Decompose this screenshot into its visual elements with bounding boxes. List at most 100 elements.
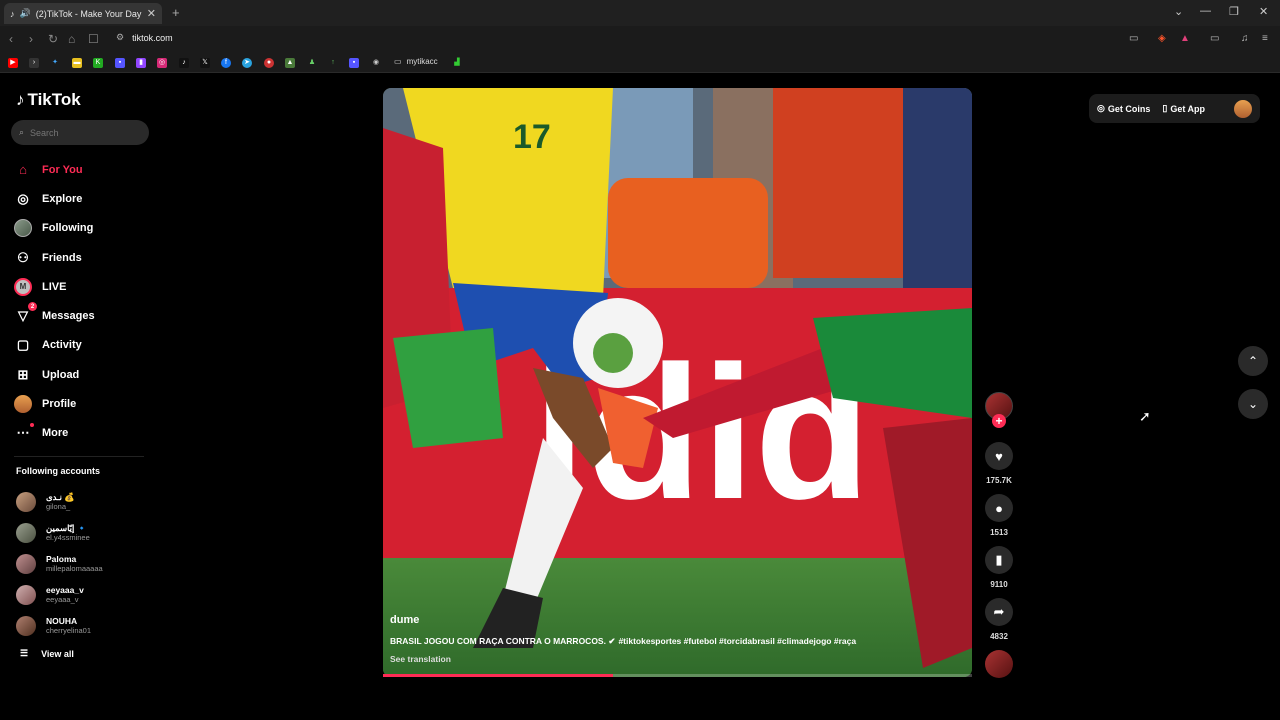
nav-profile[interactable]: Profile [14,389,154,418]
video-frame-image: ldid 17 [383,88,972,677]
account-name: NOUHA [46,615,78,626]
cast-icon[interactable]: ▭ [1129,33,1138,44]
search-icon: ⌕ [19,127,25,137]
get-app-button[interactable]: ▯ Get App [1162,103,1205,114]
bookmark-4-icon[interactable]: ▬ [72,58,82,68]
telegram-bookmark-icon[interactable]: ➤ [242,58,252,68]
tab-list-chevron-icon[interactable]: ⌄ [1174,5,1183,18]
url-field[interactable]: ⚙ tiktok.com [116,32,173,43]
avatar [16,553,36,574]
rewards-icon[interactable]: ▲ [1180,33,1190,44]
video-description: BRASIL JOGOU COM RAÇA CONTRA O MARROCOS.… [390,636,856,647]
bookmark-icon[interactable]: ☐ [88,32,99,46]
tiktok-logo[interactable]: ♪ TikTok [16,90,81,110]
forward-icon[interactable]: › [29,32,33,46]
media-icon[interactable]: ♫ [1241,33,1249,44]
search-input[interactable] [30,127,131,138]
reload-icon[interactable]: ↻ [48,32,58,46]
following-accounts-list: نـدى 💰 gilona_ إيّاسمين 🔹 el.y4ssminee Pal… [16,487,156,641]
nav-friends[interactable]: ⚇ Friends [14,243,154,272]
back-icon[interactable]: ‹ [9,32,13,46]
home-browser-icon[interactable]: ⌂ [68,32,75,46]
following-account[interactable]: Paloma millepalomaaaaa [16,549,156,580]
sidebar-toggle-icon[interactable]: ▭ [1210,33,1219,44]
list-icon: ☰ [20,648,29,658]
like-button[interactable]: ♥ [985,442,1013,470]
browser-tab[interactable]: ♪ 🔊 (2)TikTok - Make Your Day ✕ [4,3,162,24]
following-account[interactable]: eeyaaa_v eeyaaa_v [16,579,156,610]
bookmark-15-icon[interactable]: ♟ [307,58,317,68]
site-info-icon[interactable]: ⚙ [116,32,124,43]
following-account[interactable]: إيّاسمين 🔹 el.y4ssminee [16,518,156,549]
bookmark-folder[interactable]: ▭ mytikacc [394,57,438,66]
following-account[interactable]: نـدى 💰 gilona_ [16,487,156,518]
bookmark-2-icon[interactable]: › [29,58,39,68]
view-all-link[interactable]: ☰ View all [20,648,74,659]
video-player[interactable]: ldid 17 [383,88,972,677]
mouse-cursor-icon: ➚ [1139,408,1151,424]
following-account[interactable]: NOUHA cherryelina01 [16,610,156,641]
profile-avatar [14,395,32,414]
chart-bookmark-icon[interactable]: ▟ [452,58,462,68]
bookmark-6-icon[interactable]: ▪ [115,58,125,68]
video-progress-bar[interactable] [383,674,972,677]
restore-icon[interactable]: ❐ [1229,5,1239,18]
nav-activity[interactable]: ▢ Activity [14,331,154,360]
nav-upload[interactable]: ⊞ Upload [14,360,154,389]
bookmark-16-icon[interactable]: ↑ [328,58,338,68]
facebook-bookmark-icon[interactable]: f [221,58,231,68]
nav-more[interactable]: ⋯ More [14,419,154,448]
bookmark-icon: ▮ [995,552,1003,567]
nav-explore[interactable]: ◎ Explore [14,184,154,213]
kick-bookmark-icon[interactable]: K [93,58,103,68]
instagram-bookmark-icon[interactable]: ◎ [157,58,167,68]
follow-plus-icon[interactable]: + [992,414,1006,428]
nav-following[interactable]: Following [14,214,154,243]
speaker-icon[interactable]: 🔊 [20,8,31,19]
twitch-bookmark-icon[interactable]: ▮ [136,58,146,68]
save-button[interactable]: ▮ [985,546,1013,574]
minimize-icon[interactable]: — [1200,5,1211,17]
avatar [16,492,36,513]
comment-icon: ● [995,500,1003,516]
close-window-icon[interactable]: ✕ [1259,5,1268,18]
close-tab-icon[interactable]: ✕ [147,7,156,20]
get-coins-button[interactable]: ◎ Get Coins [1097,103,1150,114]
comment-button[interactable]: ● [985,494,1013,522]
bookmark-13-icon[interactable]: ● [264,58,274,68]
more-icon: ⋯ [14,423,34,442]
nav-live[interactable]: M LIVE [14,272,154,301]
tiktok-bookmark-icon[interactable]: ♪ [179,58,189,68]
search-box[interactable]: ⌕ [11,120,149,145]
nav-for-you[interactable]: ⌂ For You [14,155,154,184]
see-translation-link[interactable]: See translation [390,654,451,664]
bookmark-17-icon[interactable]: ▪ [349,58,359,68]
x-bookmark-icon[interactable]: 𝕏 [200,58,210,68]
bookmark-3-icon[interactable]: ✦ [50,58,60,68]
bookmark-14-icon[interactable]: ▲ [285,58,295,68]
paper-plane-icon: ▽ 2 [14,302,37,325]
nav-label: Messages [42,310,95,323]
phone-icon: ▯ [1162,103,1168,113]
live-avatar: M [14,277,32,296]
following-avatar [14,219,32,238]
music-disc[interactable] [985,650,1013,678]
user-avatar[interactable] [1234,99,1252,118]
video-author[interactable]: dume [390,614,419,626]
account-name: Paloma [46,553,77,564]
globe-bookmark-icon[interactable]: ◉ [371,58,381,68]
upload-icon: ⊞ [17,366,29,382]
nav-messages[interactable]: ▽ 2 Messages [14,301,154,330]
menu-icon[interactable]: ≡ [1262,33,1268,44]
get-coins-label: Get Coins [1107,103,1151,114]
next-video-button[interactable]: ⌄ [1238,389,1268,419]
youtube-bookmark-icon[interactable]: ▶ [8,58,18,68]
progress-fill [383,674,613,677]
activity-icon: ▢ [16,337,30,353]
previous-video-button[interactable]: ⌃ [1238,346,1268,376]
new-tab-icon[interactable]: + [172,5,180,20]
hashtags[interactable]: #tiktokesportes #futebol #torcidabrasil … [618,636,856,646]
share-button[interactable]: ➦ [985,598,1013,626]
account-handle: cherryelina01 [46,625,92,635]
brave-shield-icon[interactable]: ◈ [1158,33,1166,44]
